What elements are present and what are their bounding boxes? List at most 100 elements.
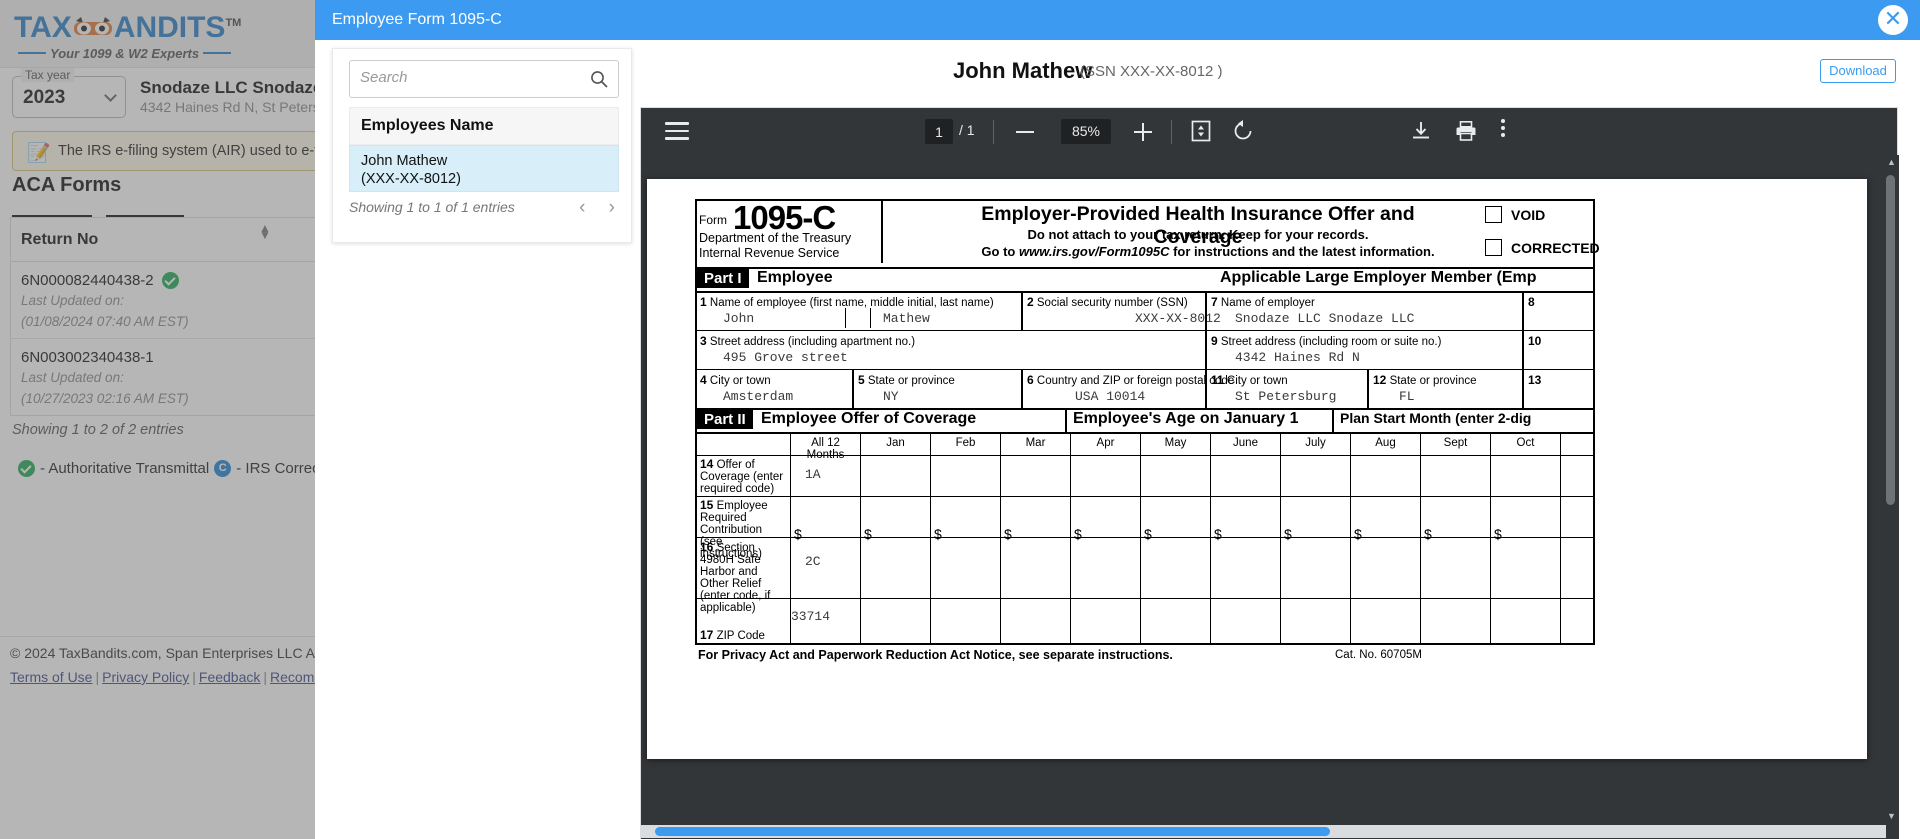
form-divider [845, 308, 846, 328]
field-3-label: 3 Street address (including apartment no… [700, 334, 915, 348]
form-divider [1280, 432, 1281, 599]
close-icon[interactable]: ✕ [1878, 5, 1908, 35]
line-14-all12-value: 1A [805, 467, 821, 482]
sidebar-toggle-icon[interactable] [665, 122, 689, 140]
zoom-level-value[interactable]: 85% [1061, 119, 1111, 144]
field-2-text: Social security number (SSN) [1036, 297, 1188, 309]
field-8-num: 8 [1528, 295, 1535, 309]
download-icon[interactable] [1409, 119, 1433, 143]
list-item[interactable]: John Mathew (XXX-XX-8012) [349, 145, 619, 192]
field-11-text: City or town [1226, 375, 1288, 387]
scroll-up-icon[interactable]: ▲ [1887, 157, 1896, 167]
field-3-num: 3 [700, 334, 707, 348]
form-border [695, 330, 1595, 331]
field-3-text: Street address (including apartment no.) [709, 336, 916, 348]
form-divider [1205, 369, 1207, 408]
form-divider [852, 369, 854, 408]
rotate-icon[interactable] [1231, 119, 1255, 143]
field-2-value: XXX-XX-8012 [1135, 311, 1221, 326]
field-12-num: 12 [1373, 373, 1387, 387]
scrollbar-thumb[interactable] [655, 827, 1330, 836]
field-9-label: 9 Street address (including room or suit… [1211, 334, 1441, 348]
form-divider [1280, 598, 1281, 643]
line-15-currency: $ [1494, 526, 1502, 542]
field-4-text: City or town [709, 375, 771, 387]
form-border [695, 598, 1595, 599]
field-9-text: Street address (including room or suite … [1220, 336, 1442, 348]
field-5-text: State or province [867, 375, 955, 387]
search-input[interactable] [360, 69, 585, 86]
employees-name-header: Employees Name [349, 107, 619, 145]
form-divider [1140, 598, 1141, 643]
field-10-label: 10 [1528, 334, 1541, 348]
scroll-down-icon[interactable]: ▼ [1887, 811, 1896, 821]
dept-line-2: Internal Revenue Service [699, 246, 840, 260]
void-label: VOID [1511, 207, 1546, 223]
search-icon[interactable] [590, 70, 608, 88]
search-box[interactable] [349, 60, 619, 98]
form-divider [1420, 598, 1421, 643]
form-divider [930, 432, 931, 599]
page-number-input[interactable] [925, 119, 953, 144]
form-divider [930, 598, 931, 643]
goto-text: Go to [981, 244, 1019, 259]
field-2-num: 2 [1027, 295, 1034, 309]
form-border [695, 537, 1595, 538]
pdf-vertical-scrollbar[interactable]: ▲ ▼ [1884, 155, 1897, 825]
pdf-viewer: / 1 85% [640, 107, 1899, 839]
form-border [695, 199, 697, 643]
modal-title: Employee Form 1095-C [332, 11, 502, 28]
part2-age-title: Employee's Age on January 1 [1073, 410, 1299, 427]
print-icon[interactable] [1454, 119, 1478, 143]
field-2-label: 2 Social security number (SSN) [1027, 295, 1188, 309]
zoom-in-icon[interactable] [1131, 120, 1155, 144]
line-16-num: 16 [700, 540, 714, 554]
rotate-svg [1234, 120, 1252, 140]
prev-page-icon[interactable]: ‹ [579, 197, 585, 218]
pdf-page: Form 1095-C Department of the Treasury I… [647, 179, 1867, 759]
month-header-apr: Apr [1096, 437, 1115, 449]
month-header-feb: Feb [955, 437, 976, 449]
corrected-checkbox[interactable] [1485, 239, 1502, 256]
field-10-num: 10 [1528, 334, 1542, 348]
privacy-note: For Privacy Act and Paperwork Reduction … [698, 648, 1173, 662]
form-divider [1490, 598, 1491, 643]
month-header-july: July [1305, 437, 1326, 449]
form-divider [1021, 369, 1023, 408]
field-1-num: 1 [700, 295, 707, 309]
field-5-num: 5 [858, 373, 865, 387]
month-header-may: May [1164, 437, 1187, 449]
month-header-jan: Jan [886, 437, 905, 449]
scrollbar-thumb[interactable] [1886, 175, 1895, 505]
zoom-out-icon[interactable] [1013, 120, 1037, 144]
form-divider [881, 199, 883, 263]
field-5-label: 5 State or province [858, 373, 955, 387]
form-divider [1210, 598, 1211, 643]
month-header-all12: All 12 Months [806, 437, 845, 461]
line-14-text: Offer of Coverage (enter required code) [700, 459, 784, 495]
form-divider [1522, 369, 1524, 408]
form-divider [1420, 432, 1421, 599]
fit-to-page-icon[interactable] [1189, 119, 1213, 143]
field-9-num: 9 [1211, 334, 1218, 348]
form-divider [1000, 432, 1001, 599]
form-word-label: Form [699, 213, 727, 227]
print-svg [1456, 120, 1476, 141]
form-subtitle-1: Do not attach to your tax return. Keep f… [1027, 227, 1369, 242]
void-checkbox[interactable] [1485, 206, 1502, 223]
line-15-currency: $ [864, 526, 872, 542]
form-divider [1070, 432, 1071, 599]
download-button[interactable]: Download [1820, 59, 1896, 83]
form-divider [790, 598, 791, 643]
form-border [695, 369, 1595, 370]
form-divider [1140, 432, 1141, 599]
part2-plan-title: Plan Start Month (enter 2-dig [1340, 410, 1532, 426]
more-options-icon[interactable] [1501, 119, 1505, 140]
field-8-label: 8 [1528, 295, 1535, 309]
next-page-icon[interactable]: › [609, 197, 615, 218]
month-header-june: June [1233, 437, 1258, 449]
month-header-sept: Sept [1443, 437, 1468, 449]
document-employee-name: John Mathew [953, 58, 1093, 83]
line-15-currency: $ [794, 526, 802, 542]
pdf-horizontal-scrollbar[interactable] [641, 825, 1886, 838]
